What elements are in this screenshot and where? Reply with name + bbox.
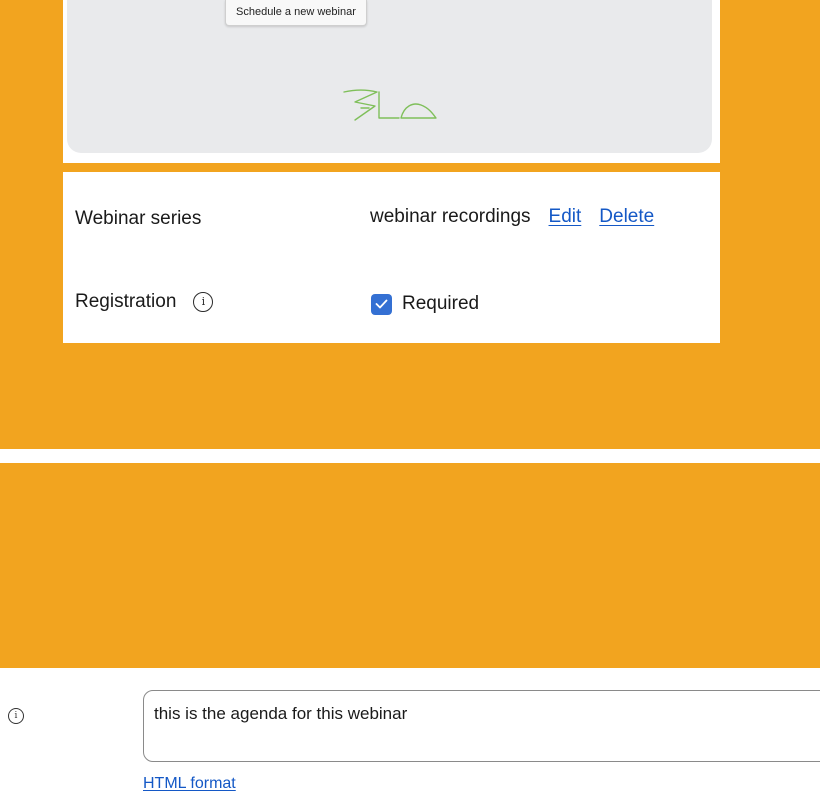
divider-strip (0, 449, 820, 463)
agenda-info-icon[interactable]: i (8, 708, 24, 724)
info-icon[interactable]: i (193, 292, 214, 312)
preview-area: Schedule a new webinar (67, 0, 712, 153)
webinar-series-label: Webinar series (75, 208, 202, 229)
html-format-link[interactable]: HTML format (143, 775, 236, 793)
webinar-series-row: Webinar series webinar recordings Edit D… (75, 198, 708, 238)
preview-panel: Schedule a new webinar (63, 0, 720, 163)
edit-series-link[interactable]: Edit (549, 206, 582, 228)
webinar-series-value: webinar recordings (370, 206, 531, 227)
signature-drawing (343, 89, 437, 121)
agenda-textarea[interactable]: this is the agenda for this webinar (143, 690, 820, 762)
registration-row: Registration i Required (75, 281, 708, 321)
orange-background-bottom (0, 463, 820, 668)
webinar-series-value-group: webinar recordings Edit Delete (370, 206, 654, 228)
webinar-settings-card: Webinar series webinar recordings Edit D… (63, 172, 720, 343)
delete-series-link[interactable]: Delete (599, 206, 654, 228)
registration-required-checkbox-group[interactable]: Required (371, 293, 479, 315)
registration-label-group: Registration i (75, 291, 214, 313)
required-checkbox[interactable] (371, 293, 392, 315)
required-checkbox-label[interactable]: Required (402, 293, 479, 315)
schedule-webinar-tooltip: Schedule a new webinar (225, 0, 367, 26)
checkmark-icon (375, 299, 388, 309)
registration-label: Registration (75, 291, 177, 312)
